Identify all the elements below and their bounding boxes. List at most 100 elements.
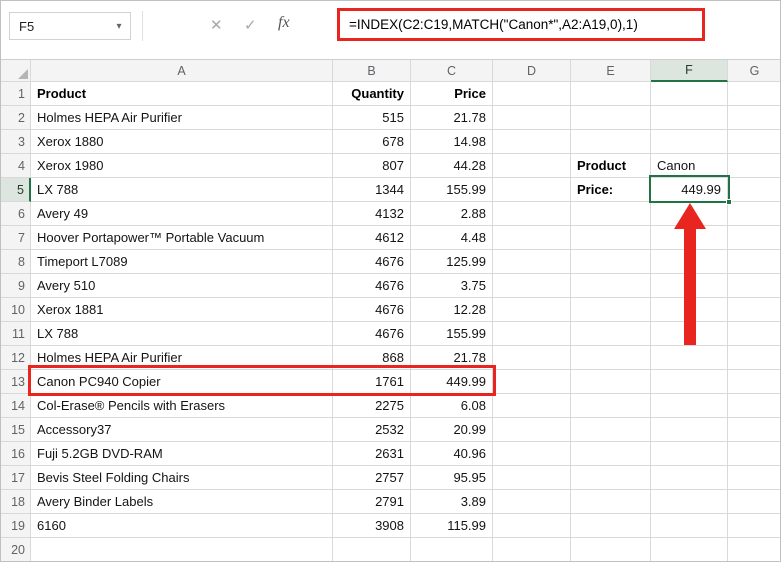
row-header-15[interactable]: 15 (1, 418, 31, 442)
cell-F19[interactable] (651, 514, 728, 538)
cell-A4[interactable]: Xerox 1980 (31, 154, 333, 178)
cell-B2[interactable]: 515 (333, 106, 411, 130)
cell-D8[interactable] (493, 250, 571, 274)
cell-E9[interactable] (571, 274, 651, 298)
row-header-5[interactable]: 5 (1, 178, 31, 202)
cell-F2[interactable] (651, 106, 728, 130)
cell-C11[interactable]: 155.99 (411, 322, 493, 346)
cell-E3[interactable] (571, 130, 651, 154)
row-header-19[interactable]: 19 (1, 514, 31, 538)
cell-G12[interactable] (728, 346, 780, 370)
cell-G4[interactable] (728, 154, 780, 178)
cell-D13[interactable] (493, 370, 571, 394)
cell-E14[interactable] (571, 394, 651, 418)
cell-C7[interactable]: 4.48 (411, 226, 493, 250)
cell-D14[interactable] (493, 394, 571, 418)
cell-F3[interactable] (651, 130, 728, 154)
cell-C18[interactable]: 3.89 (411, 490, 493, 514)
cell-C20[interactable] (411, 538, 493, 561)
cell-G7[interactable] (728, 226, 780, 250)
cell-A8[interactable]: Timeport L7089 (31, 250, 333, 274)
row-header-8[interactable]: 8 (1, 250, 31, 274)
select-all-button[interactable] (1, 60, 31, 82)
cell-B9[interactable]: 4676 (333, 274, 411, 298)
column-header-B[interactable]: B (333, 60, 411, 82)
cell-B7[interactable]: 4612 (333, 226, 411, 250)
cell-E17[interactable] (571, 466, 651, 490)
column-header-D[interactable]: D (493, 60, 571, 82)
cell-C6[interactable]: 2.88 (411, 202, 493, 226)
cell-D7[interactable] (493, 226, 571, 250)
cell-E15[interactable] (571, 418, 651, 442)
cell-C17[interactable]: 95.95 (411, 466, 493, 490)
cell-E12[interactable] (571, 346, 651, 370)
cell-G10[interactable] (728, 298, 780, 322)
cell-G19[interactable] (728, 514, 780, 538)
cell-A16[interactable]: Fuji 5.2GB DVD-RAM (31, 442, 333, 466)
cell-D11[interactable] (493, 322, 571, 346)
cell-B10[interactable]: 4676 (333, 298, 411, 322)
cell-A5[interactable]: LX 788 (31, 178, 333, 202)
cell-E7[interactable] (571, 226, 651, 250)
cell-C10[interactable]: 12.28 (411, 298, 493, 322)
cell-A19[interactable]: 6160 (31, 514, 333, 538)
cell-F13[interactable] (651, 370, 728, 394)
cell-E1[interactable] (571, 82, 651, 106)
row-header-4[interactable]: 4 (1, 154, 31, 178)
cell-B8[interactable]: 4676 (333, 250, 411, 274)
cell-D1[interactable] (493, 82, 571, 106)
row-header-12[interactable]: 12 (1, 346, 31, 370)
cell-E2[interactable] (571, 106, 651, 130)
cell-B16[interactable]: 2631 (333, 442, 411, 466)
cell-G14[interactable] (728, 394, 780, 418)
cell-B5[interactable]: 1344 (333, 178, 411, 202)
cell-G11[interactable] (728, 322, 780, 346)
cell-C1[interactable]: Price (411, 82, 493, 106)
row-header-3[interactable]: 3 (1, 130, 31, 154)
cell-E8[interactable] (571, 250, 651, 274)
cell-C2[interactable]: 21.78 (411, 106, 493, 130)
row-header-10[interactable]: 10 (1, 298, 31, 322)
cell-B20[interactable] (333, 538, 411, 561)
cell-D2[interactable] (493, 106, 571, 130)
cancel-icon[interactable]: ✕ (210, 16, 223, 34)
cell-G18[interactable] (728, 490, 780, 514)
row-header-7[interactable]: 7 (1, 226, 31, 250)
cell-G2[interactable] (728, 106, 780, 130)
cell-F14[interactable] (651, 394, 728, 418)
row-header-14[interactable]: 14 (1, 394, 31, 418)
cell-D4[interactable] (493, 154, 571, 178)
row-header-17[interactable]: 17 (1, 466, 31, 490)
fill-handle[interactable] (726, 199, 732, 205)
cell-F18[interactable] (651, 490, 728, 514)
cell-B6[interactable]: 4132 (333, 202, 411, 226)
cell-A3[interactable]: Xerox 1880 (31, 130, 333, 154)
cell-G5[interactable] (728, 178, 780, 202)
cell-G8[interactable] (728, 250, 780, 274)
cell-A9[interactable]: Avery 510 (31, 274, 333, 298)
cell-B3[interactable]: 678 (333, 130, 411, 154)
cell-E10[interactable] (571, 298, 651, 322)
cell-G17[interactable] (728, 466, 780, 490)
row-header-11[interactable]: 11 (1, 322, 31, 346)
cell-D5[interactable] (493, 178, 571, 202)
row-header-2[interactable]: 2 (1, 106, 31, 130)
name-box-dropdown-icon[interactable]: ▾ (108, 21, 130, 32)
cell-A1[interactable]: Product (31, 82, 333, 106)
cell-D9[interactable] (493, 274, 571, 298)
cell-D18[interactable] (493, 490, 571, 514)
cell-A11[interactable]: LX 788 (31, 322, 333, 346)
cell-F16[interactable] (651, 442, 728, 466)
cell-F20[interactable] (651, 538, 728, 561)
cell-C8[interactable]: 125.99 (411, 250, 493, 274)
column-header-F[interactable]: F (651, 60, 728, 82)
cell-F1[interactable] (651, 82, 728, 106)
cell-A10[interactable]: Xerox 1881 (31, 298, 333, 322)
insert-function-icon[interactable]: fx (278, 14, 290, 32)
column-header-G[interactable]: G (728, 60, 780, 82)
row-header-9[interactable]: 9 (1, 274, 31, 298)
cell-F12[interactable] (651, 346, 728, 370)
cell-C14[interactable]: 6.08 (411, 394, 493, 418)
cell-D12[interactable] (493, 346, 571, 370)
cell-E19[interactable] (571, 514, 651, 538)
